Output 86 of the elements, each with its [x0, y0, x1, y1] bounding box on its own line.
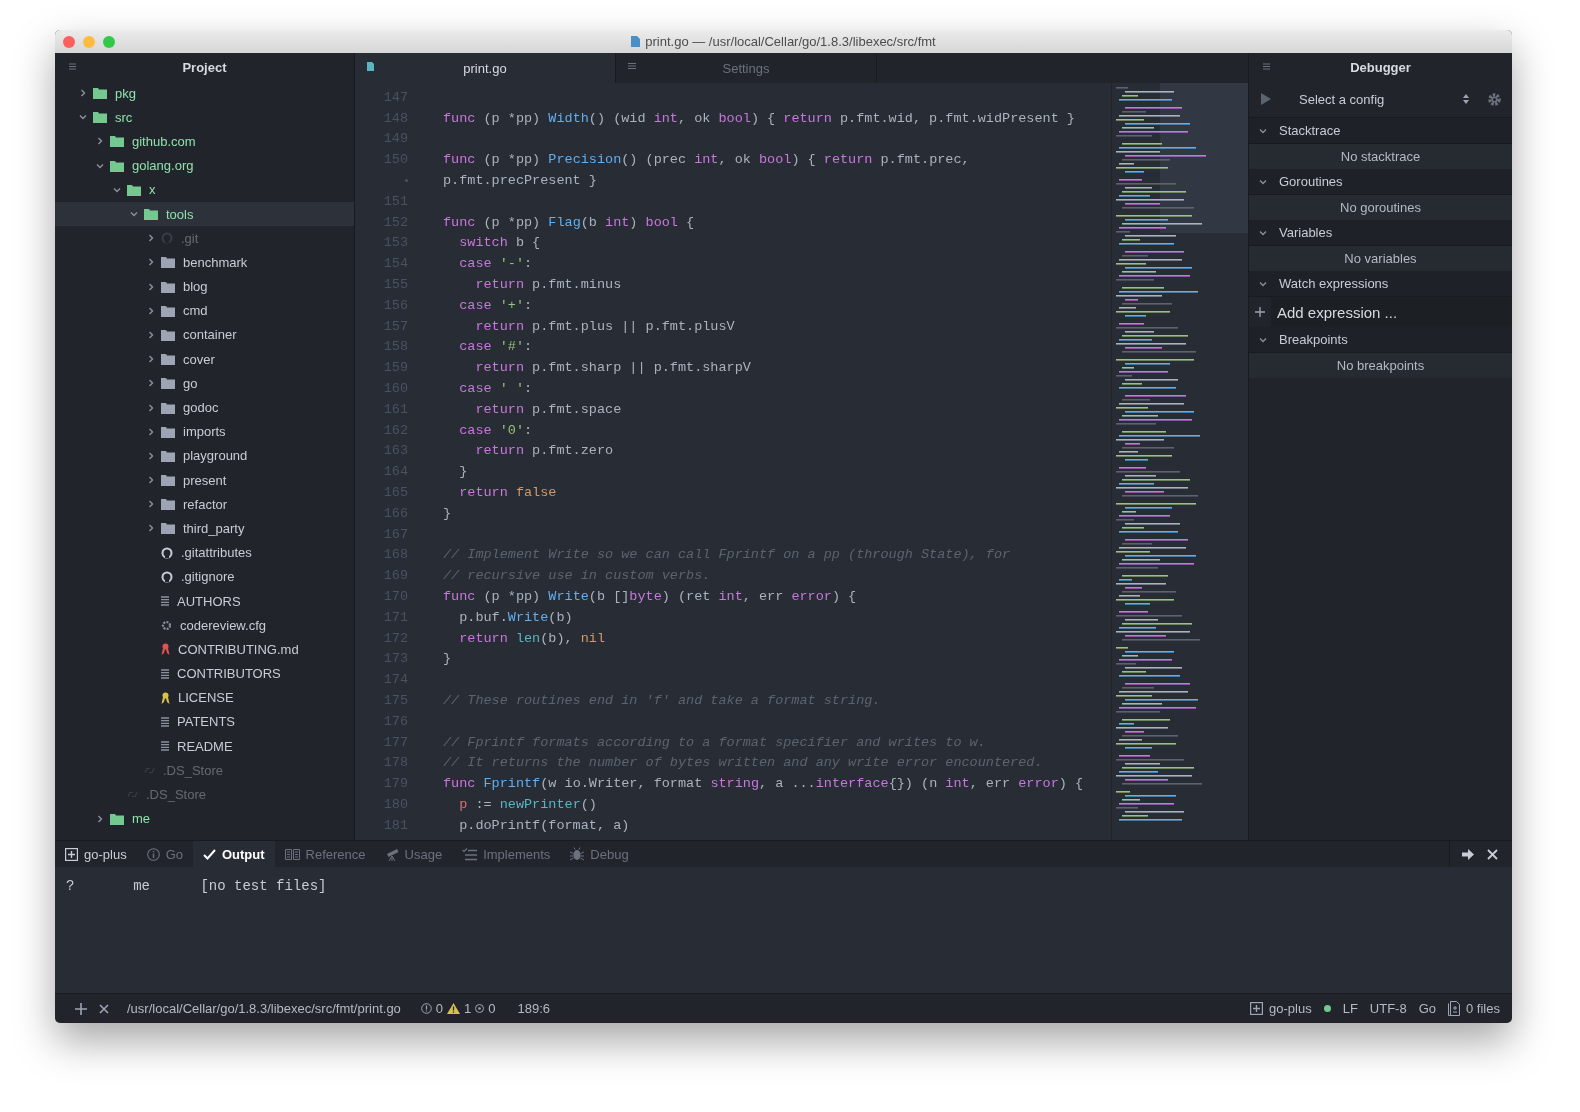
- editor-tab[interactable]: print.go: [355, 53, 616, 83]
- code-line: func (p *pp) Width() (wid int, ok bool) { return p.fmt.wid, p.fmt.widPresent }: [443, 110, 1075, 126]
- output-text: ? me [no test files]: [66, 878, 327, 894]
- encoding[interactable]: UTF-8: [1369, 1001, 1407, 1016]
- cursor-position[interactable]: 189:6: [517, 1001, 551, 1016]
- tree-item[interactable]: godoc: [55, 395, 354, 420]
- tree-item[interactable]: pkg: [55, 81, 354, 106]
- code-line: func (p *pp) Write(b []byte) (ret int, err error) {: [443, 589, 857, 604]
- code-line: p := newPrinter(): [458, 797, 597, 812]
- tree-item[interactable]: cover: [55, 347, 354, 372]
- empty-message: No goroutines: [1249, 195, 1512, 220]
- section-header[interactable]: Stacktrace: [1249, 118, 1512, 144]
- code-line: return false: [458, 485, 557, 501]
- code-line: // It returns the number of bytes written and any write error encountered.: [443, 755, 1043, 771]
- tree-item[interactable]: go: [55, 371, 354, 396]
- empty-message: No breakpoints: [1249, 353, 1512, 378]
- panel-title: Debugger: [1350, 59, 1411, 75]
- code-line: return p.fmt.space: [474, 401, 622, 417]
- empty-message: No variables: [1249, 246, 1512, 271]
- tree-item[interactable]: cmd: [55, 298, 354, 323]
- tree-item[interactable]: tools: [55, 201, 354, 227]
- tree-item[interactable]: PATENTS: [55, 709, 354, 735]
- tree-item[interactable]: CONTRIBUTORS: [55, 661, 354, 686]
- section-header[interactable]: Goroutines: [1249, 169, 1512, 195]
- code-line: }: [443, 505, 452, 521]
- tree-item[interactable]: codereview.cfg: [55, 613, 354, 638]
- code-line: case '0':: [458, 422, 533, 438]
- code-line: func (p *pp) Precision() (prec int, ok bool) { return p.fmt.prec,: [443, 152, 970, 168]
- package-status[interactable]: go-plus: [1250, 1001, 1312, 1016]
- code-line: return p.fmt.plus || p.fmt.plusV: [474, 318, 735, 334]
- panel-tab[interactable]: Output: [193, 841, 275, 867]
- grammar[interactable]: Go: [1418, 1001, 1437, 1016]
- tree-item[interactable]: .gitattributes: [55, 540, 354, 565]
- tree-item[interactable]: AUTHORS: [55, 588, 354, 614]
- code-line: case '+':: [458, 297, 533, 313]
- code-line: return p.fmt.minus: [474, 277, 622, 293]
- tree-item[interactable]: container: [55, 322, 354, 348]
- code-line: p.buf.Write(b): [458, 609, 573, 625]
- tree-item[interactable]: imports: [55, 419, 354, 444]
- tree-item[interactable]: refactor: [55, 492, 354, 517]
- code-line: func (p *pp) Flag(b int) bool {: [443, 214, 695, 230]
- tree-item[interactable]: third_party: [55, 516, 354, 541]
- error-count: 0: [435, 1001, 444, 1016]
- tree-item[interactable]: LICENSE: [55, 685, 354, 710]
- code-line: return len(b), nil: [458, 630, 606, 646]
- expression-field[interactable]: Add expression ...: [1271, 297, 1512, 327]
- code-line: // These routines end in 'f' and take a format string.: [443, 693, 881, 708]
- code-line: p.fmt.precPresent }: [443, 173, 597, 189]
- config-select[interactable]: Select a config: [1279, 91, 1479, 107]
- code-line: }: [458, 464, 468, 480]
- tree-item[interactable]: README: [55, 734, 354, 759]
- tree-item[interactable]: golang.org: [55, 153, 354, 178]
- code-line: // Implement Write so we can call Fprintf on a pp (through State), for: [443, 547, 1011, 563]
- panel-title: Project: [182, 59, 227, 75]
- changed-files[interactable]: 0 files: [1448, 1001, 1500, 1016]
- section-header[interactable]: Watch expressions: [1249, 271, 1512, 297]
- window-title: print.go — /usr/local/Cellar/go/1.8.3/libexec/src/fmt: [645, 34, 936, 49]
- tree-item[interactable]: benchmark: [55, 250, 354, 275]
- tree-item[interactable]: playground: [55, 443, 354, 468]
- panel-tab[interactable]: go-plus: [55, 841, 137, 867]
- code-line: // recursive use in custom verbs.: [443, 568, 711, 584]
- line-ending[interactable]: LF: [1342, 1001, 1358, 1016]
- tree-item[interactable]: github.com: [55, 129, 354, 154]
- tree-item[interactable]: src: [55, 105, 354, 130]
- code-line: // Fprintf formats according to a format specifier and writes to w.: [443, 734, 986, 750]
- code-line: return p.fmt.zero: [474, 443, 614, 459]
- code-line: case '#':: [458, 339, 533, 355]
- code-line: case '-':: [458, 256, 533, 272]
- code-line: switch b {: [458, 235, 541, 251]
- file-path[interactable]: /usr/local/Cellar/go/1.8.3/libexec/src/fmt/print.go: [127, 1001, 401, 1016]
- code-line: }: [443, 651, 452, 667]
- code-line: p.doPrintf(format, a): [458, 817, 630, 833]
- code-line: return p.fmt.sharp || p.fmt.sharpV: [474, 360, 751, 376]
- code-line: case ' ':: [458, 381, 533, 397]
- warning-count: 1: [464, 1001, 472, 1016]
- tree-item[interactable]: me: [55, 806, 354, 831]
- info-count: 0: [488, 1001, 496, 1016]
- tree-item[interactable]: CONTRIBUTING.md: [55, 637, 354, 662]
- tree-item[interactable]: present: [55, 468, 354, 493]
- empty-message: No stacktrace: [1249, 144, 1512, 169]
- tree-item[interactable]: blog: [55, 274, 354, 299]
- tree-item[interactable]: x: [55, 177, 354, 202]
- section-header[interactable]: Variables: [1249, 220, 1512, 246]
- section-header[interactable]: Breakpoints: [1249, 327, 1512, 353]
- tree-item[interactable]: .gitignore: [55, 564, 354, 589]
- code-line: func Fprintf(w io.Writer, format string, a ...interface{}) (n int, err error) {: [443, 776, 1084, 792]
